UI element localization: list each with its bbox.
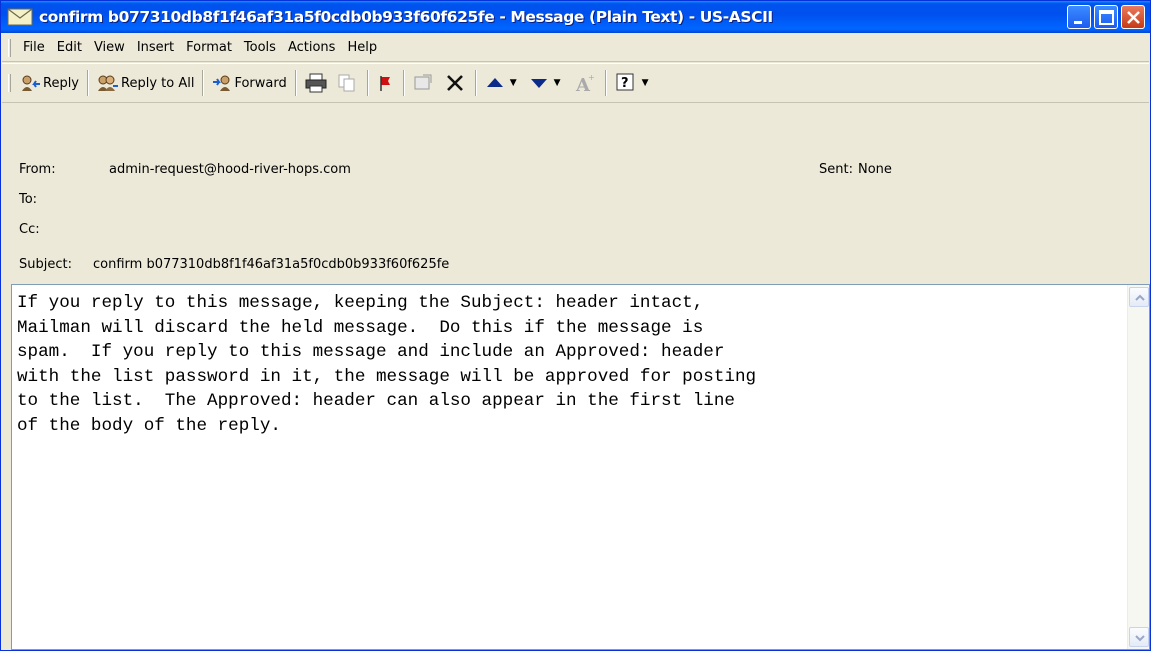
cc-label: Cc: xyxy=(19,222,40,237)
delete-button[interactable] xyxy=(441,69,471,97)
forward-icon xyxy=(213,75,231,91)
vertical-scrollbar[interactable] xyxy=(1127,285,1149,649)
svg-text:?: ? xyxy=(621,76,629,91)
delete-icon xyxy=(446,75,463,91)
menu-insert[interactable]: Insert xyxy=(131,38,180,57)
menu-actions[interactable]: Actions xyxy=(282,38,342,57)
from-label: From: xyxy=(19,162,56,177)
from-row: From: xyxy=(19,162,56,177)
menu-file[interactable]: File xyxy=(17,38,51,57)
menu-bar: File Edit View Insert Format Tools Actio… xyxy=(2,34,1149,62)
subject-value: confirm b077310db8f1f46af31a5f0cdb0b933f… xyxy=(93,257,450,272)
chevron-down-icon[interactable]: ▼ xyxy=(554,78,561,88)
forward-button[interactable]: Forward xyxy=(208,69,290,97)
subject-row: Subject: xyxy=(19,257,72,272)
from-value[interactable]: admin-request@hood-river-hops.com xyxy=(109,162,351,177)
reply-all-icon xyxy=(98,75,119,91)
chevron-down-icon[interactable]: ▼ xyxy=(642,78,649,88)
chevron-down-icon xyxy=(1135,635,1145,642)
minimize-button[interactable] xyxy=(1067,5,1091,29)
sent-label: Sent: xyxy=(819,162,853,177)
move-to-folder-button[interactable] xyxy=(409,69,441,97)
toolbar-separator xyxy=(294,70,297,96)
previous-item-button[interactable]: ▼ xyxy=(481,69,525,97)
toolbar-separator xyxy=(202,70,205,96)
chevron-down-icon[interactable]: ▼ xyxy=(510,78,517,88)
reply-label: Reply xyxy=(43,75,80,91)
menu-help[interactable]: Help xyxy=(341,38,383,57)
menu-view[interactable]: View xyxy=(88,38,131,57)
menu-format[interactable]: Format xyxy=(180,38,238,57)
envelope-icon xyxy=(7,8,33,26)
scroll-up-button[interactable] xyxy=(1129,287,1149,307)
menu-edit[interactable]: Edit xyxy=(51,38,88,57)
sent-value: None xyxy=(858,162,892,177)
scroll-down-button[interactable] xyxy=(1129,627,1149,647)
window-title: confirm b077310db8f1f46af31a5f0cdb0b933f… xyxy=(39,8,773,26)
to-label: To: xyxy=(19,192,38,207)
message-body[interactable]: If you reply to this message, keeping th… xyxy=(11,284,1150,650)
svg-text:+: + xyxy=(588,73,595,82)
arrow-down-icon xyxy=(530,79,547,88)
next-item-button[interactable]: ▼ xyxy=(525,69,569,97)
toolbar-separator xyxy=(604,70,607,96)
menu-grip[interactable] xyxy=(8,38,11,57)
maximize-button[interactable] xyxy=(1094,5,1118,29)
toolbar-separator xyxy=(366,70,369,96)
print-button[interactable] xyxy=(301,69,333,97)
help-icon: ? xyxy=(616,73,634,91)
help-button[interactable]: ? ▼ xyxy=(611,69,657,97)
message-headers: From: admin-request@hood-river-hops.com … xyxy=(2,104,1149,282)
flag-button[interactable] xyxy=(373,69,399,97)
font-size-button[interactable]: A + xyxy=(569,69,601,97)
reply-all-button[interactable]: Reply to All xyxy=(93,69,198,97)
reply-all-label: Reply to All xyxy=(121,75,195,91)
copy-button[interactable] xyxy=(333,69,363,97)
font-size-icon: A + xyxy=(575,73,595,94)
chevron-up-icon xyxy=(1135,294,1145,301)
reply-icon xyxy=(22,75,40,91)
menu-tools[interactable]: Tools xyxy=(238,38,282,57)
toolbar-separator xyxy=(402,70,405,96)
cc-row: Cc: xyxy=(19,222,40,237)
toolbar-separator xyxy=(474,70,477,96)
copy-icon xyxy=(338,74,355,92)
toolbar: Reply Reply to All Forward ▼ ▼ A + ? ▼ xyxy=(2,63,1149,103)
move-to-folder-icon xyxy=(414,74,432,90)
title-bar[interactable]: confirm b077310db8f1f46af31a5f0cdb0b933f… xyxy=(1,1,1150,33)
arrow-up-icon xyxy=(486,78,503,87)
subject-label: Subject: xyxy=(19,257,72,272)
flag-icon xyxy=(379,76,390,91)
message-body-text[interactable]: If you reply to this message, keeping th… xyxy=(17,291,1117,438)
close-button[interactable] xyxy=(1121,5,1145,29)
printer-icon xyxy=(305,73,327,93)
toolbar-separator xyxy=(87,70,90,96)
toolbar-grip[interactable] xyxy=(8,74,11,92)
to-row: To: xyxy=(19,192,37,207)
message-window: confirm b077310db8f1f46af31a5f0cdb0b933f… xyxy=(0,0,1151,651)
forward-label: Forward xyxy=(234,75,287,91)
reply-button[interactable]: Reply xyxy=(17,69,83,97)
